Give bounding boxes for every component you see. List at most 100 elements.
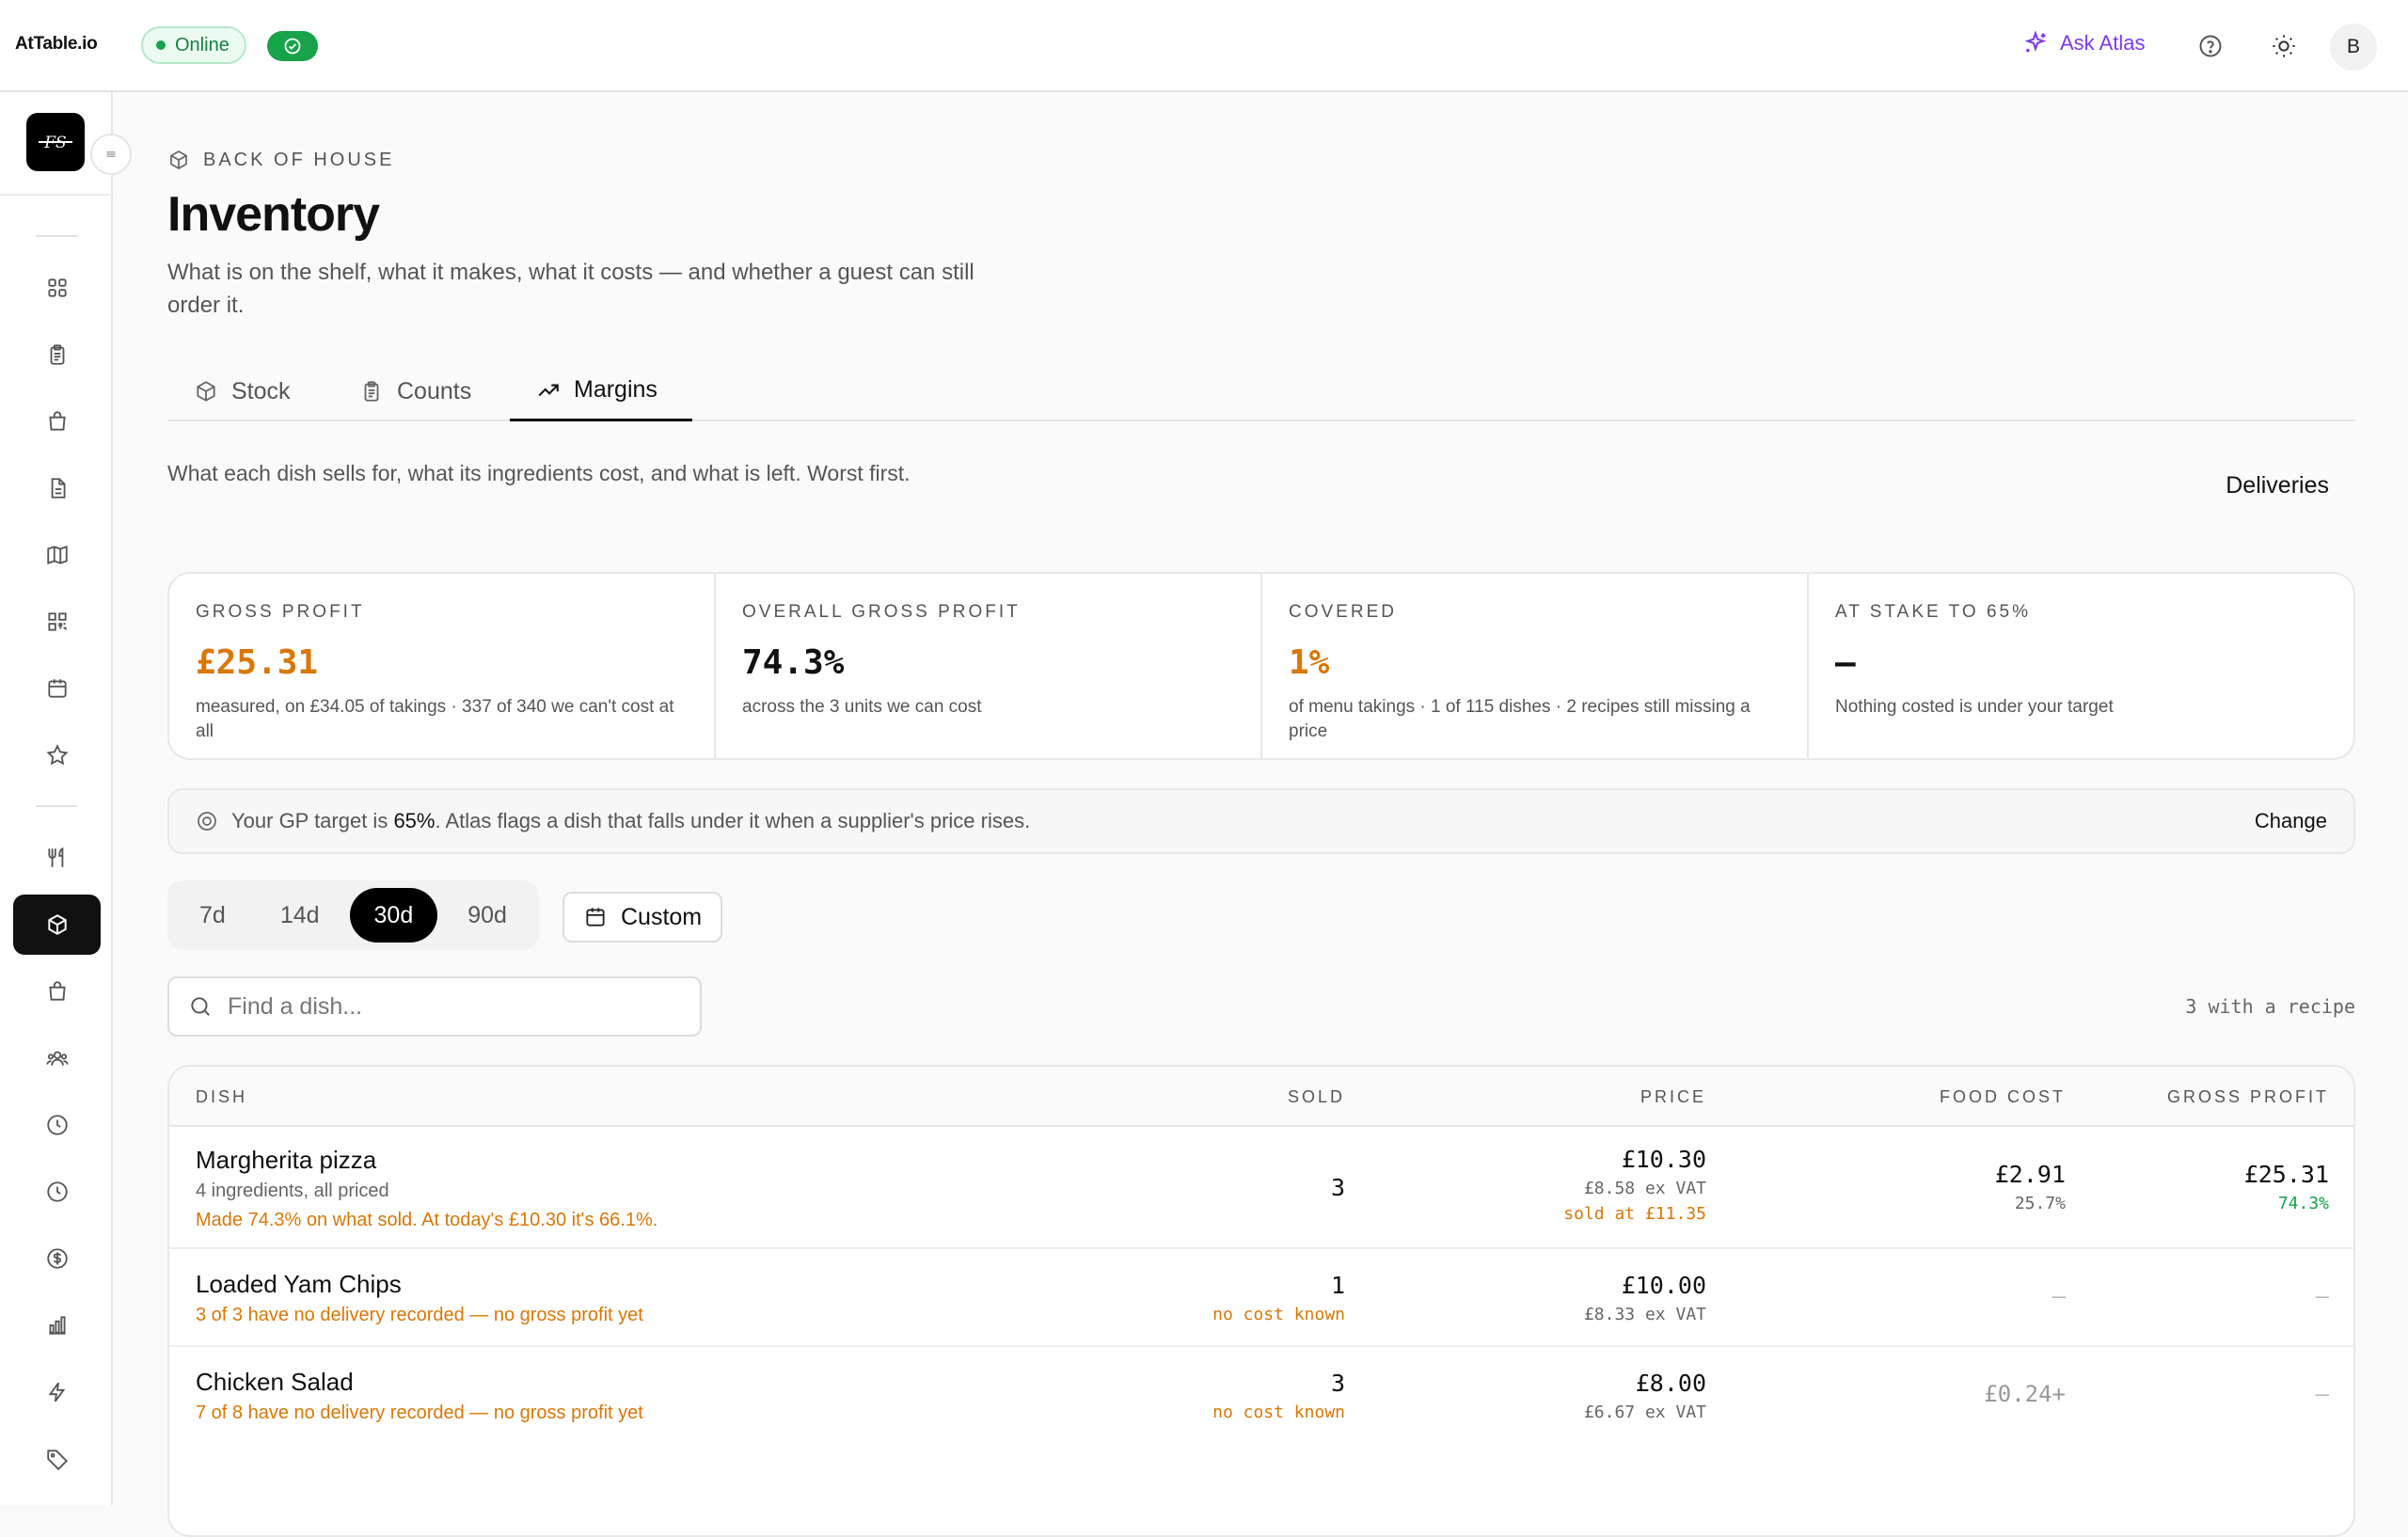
gp-target-suffix: . Atlas flags a dish that falls under it… — [435, 809, 1031, 832]
sidebar-item-calendar[interactable] — [13, 658, 101, 719]
sidebar-item-kitchen[interactable] — [13, 828, 101, 888]
sidebar-item-history[interactable] — [13, 1162, 101, 1222]
range-90d[interactable]: 90d — [443, 888, 531, 943]
deliveries-link[interactable]: Deliveries — [2226, 472, 2329, 499]
column-header-gross-profit[interactable]: GROSS PROFIT — [2167, 1087, 2329, 1107]
column-header-food-cost[interactable]: FOOD COST — [1940, 1087, 2066, 1107]
tab-counts[interactable]: Counts — [359, 361, 471, 421]
price-ex-vat: £8.33 ex VAT — [1583, 1305, 1706, 1324]
star-icon — [45, 744, 69, 766]
theme-toggle-button[interactable] — [2269, 31, 2299, 61]
kpi-note: of menu takings · 1 of 115 dishes · 2 re… — [1289, 697, 1751, 741]
range-30d[interactable]: 30d — [349, 888, 438, 943]
column-header-price[interactable]: PRICE — [1640, 1087, 1706, 1107]
top-bar: AtTable.io Online Ask Atlas B — [0, 0, 2408, 92]
box-icon — [170, 151, 187, 169]
dish-margin-note: Made 74.3% on what sold. At today's £10.… — [196, 1210, 658, 1230]
dish-search-input[interactable] — [228, 992, 660, 1021]
box-icon — [197, 381, 215, 402]
kpi-label: COVERED — [1289, 602, 1397, 622]
custom-range-button[interactable]: Custom — [562, 892, 723, 943]
sidebar-item-dashboard[interactable] — [13, 258, 101, 318]
search-icon — [191, 997, 210, 1016]
clock-icon — [46, 1181, 68, 1202]
gross-profit-cell: – — [2316, 1381, 2329, 1407]
sidebar-item-inventory[interactable] — [13, 895, 101, 955]
change-target-button[interactable]: Change — [2255, 809, 2327, 833]
sidebar-item-qr-codes[interactable] — [13, 592, 101, 652]
range-7d[interactable]: 7d — [175, 888, 250, 943]
price-cell: £8.00 £6.67 ex VAT — [1584, 1370, 1706, 1422]
margins-description: What each dish sells for, what its ingre… — [167, 461, 911, 485]
sun-icon — [2273, 35, 2295, 57]
kpi-note: across the 3 units we can cost — [742, 697, 982, 717]
sidebar-item-payments[interactable] — [13, 1228, 101, 1289]
sidebar-item-automations[interactable] — [13, 1362, 101, 1422]
venue-logo[interactable]: FS — [26, 113, 85, 171]
sidebar-item-orders[interactable] — [13, 325, 101, 385]
page-subtitle: What is on the shelf, what it makes, wha… — [167, 260, 974, 318]
gp-target-text: Your GP target is 65%. Atlas flags a dis… — [231, 809, 1030, 833]
clipboard-icon — [364, 381, 379, 402]
sidebar-divider — [36, 235, 77, 237]
dish-margin-note: 7 of 8 have no delivery recorded — no gr… — [196, 1402, 643, 1423]
kpi-label: AT STAKE TO 65% — [1835, 602, 2031, 622]
clipboard-icon — [50, 344, 64, 365]
clock-icon — [46, 1115, 68, 1135]
sold-cell: 3 — [1331, 1174, 1345, 1201]
gross-profit-cell: £25.31 74.3% — [2244, 1161, 2329, 1213]
table-row[interactable]: Loaded Yam Chips 3 of 3 have no delivery… — [169, 1249, 2353, 1347]
brand-logo[interactable]: AtTable.io — [15, 34, 98, 55]
price-cell: £10.30 £8.58 ex VAT sold at £11.35 — [1563, 1146, 1706, 1224]
sidebar-item-reviews[interactable] — [13, 725, 101, 785]
sidebar-item-staff[interactable] — [13, 1028, 101, 1088]
range-14d[interactable]: 14d — [256, 888, 344, 943]
grid-icon — [47, 278, 67, 297]
eyebrow-label: BACK OF HOUSE — [203, 149, 395, 170]
sidebar-item-shifts[interactable] — [13, 1095, 101, 1155]
price-value: £8.00 — [1635, 1370, 1706, 1397]
column-header-dish[interactable]: DISH — [196, 1087, 247, 1107]
online-dot — [156, 40, 166, 50]
sidebar-item-purchasing[interactable] — [13, 961, 101, 1022]
sidebar-divider — [36, 805, 77, 807]
user-avatar[interactable]: B — [2330, 24, 2377, 71]
sidebar-item-reports[interactable] — [13, 1295, 101, 1355]
ask-atlas-button[interactable]: Ask Atlas — [2022, 30, 2145, 56]
table-row[interactable]: Margherita pizza 4 ingredients, all pric… — [169, 1127, 2353, 1249]
food-cost-percent: 25.7% — [2014, 1194, 2066, 1213]
kpi-cards: GROSS PROFIT £25.31 measured, on £34.05 … — [167, 572, 2355, 760]
online-status-badge: Online — [141, 26, 246, 64]
sync-status-button[interactable] — [267, 31, 318, 61]
tab-margins[interactable]: Margins — [510, 361, 692, 421]
gp-target-value: 65% — [393, 809, 436, 832]
price-ex-vat: £6.67 ex VAT — [1583, 1402, 1706, 1422]
kpi-overall-gross-profit: OVERALL GROSS PROFIT 74.3% across the 3 … — [716, 574, 1262, 758]
dish-cell: Loaded Yam Chips 3 of 3 have no delivery… — [196, 1270, 643, 1326]
help-button[interactable] — [2195, 31, 2226, 61]
sidebar-item-pricing[interactable] — [13, 1429, 101, 1489]
menu-lines-icon — [106, 151, 116, 157]
column-header-sold[interactable]: SOLD — [1288, 1087, 1345, 1107]
gross-profit-value: – — [2315, 1283, 2329, 1309]
ask-atlas-label: Ask Atlas — [2060, 31, 2146, 55]
collapse-sidebar-button[interactable] — [90, 134, 132, 175]
table-row[interactable]: Chicken Salad 7 of 8 have no delivery re… — [169, 1347, 2353, 1443]
dish-name: Margherita pizza — [196, 1146, 377, 1174]
price-sold-at: sold at £11.35 — [1563, 1204, 1706, 1224]
sidebar-item-documents[interactable] — [13, 458, 101, 518]
kpi-value: £25.31 — [196, 643, 319, 682]
kpi-note: Nothing costed is under your target — [1835, 697, 2114, 717]
box-icon — [47, 914, 67, 935]
sidebar-item-floor-map[interactable] — [13, 525, 101, 585]
dish-name: Loaded Yam Chips — [196, 1270, 402, 1298]
trending-up-icon — [538, 384, 559, 396]
tab-stock[interactable]: Stock — [194, 361, 294, 421]
kpi-covered: COVERED 1% of menu takings · 1 of 115 di… — [1262, 574, 1809, 758]
kpi-value: – — [1835, 643, 1856, 682]
sidebar-item-shop[interactable] — [13, 391, 101, 452]
kpi-at-stake: AT STAKE TO 65% – Nothing costed is unde… — [1809, 574, 2353, 758]
sold-value: 3 — [1330, 1174, 1345, 1201]
food-cost-cell: – — [2052, 1283, 2066, 1309]
gp-target-prefix: Your GP target is — [231, 809, 394, 832]
